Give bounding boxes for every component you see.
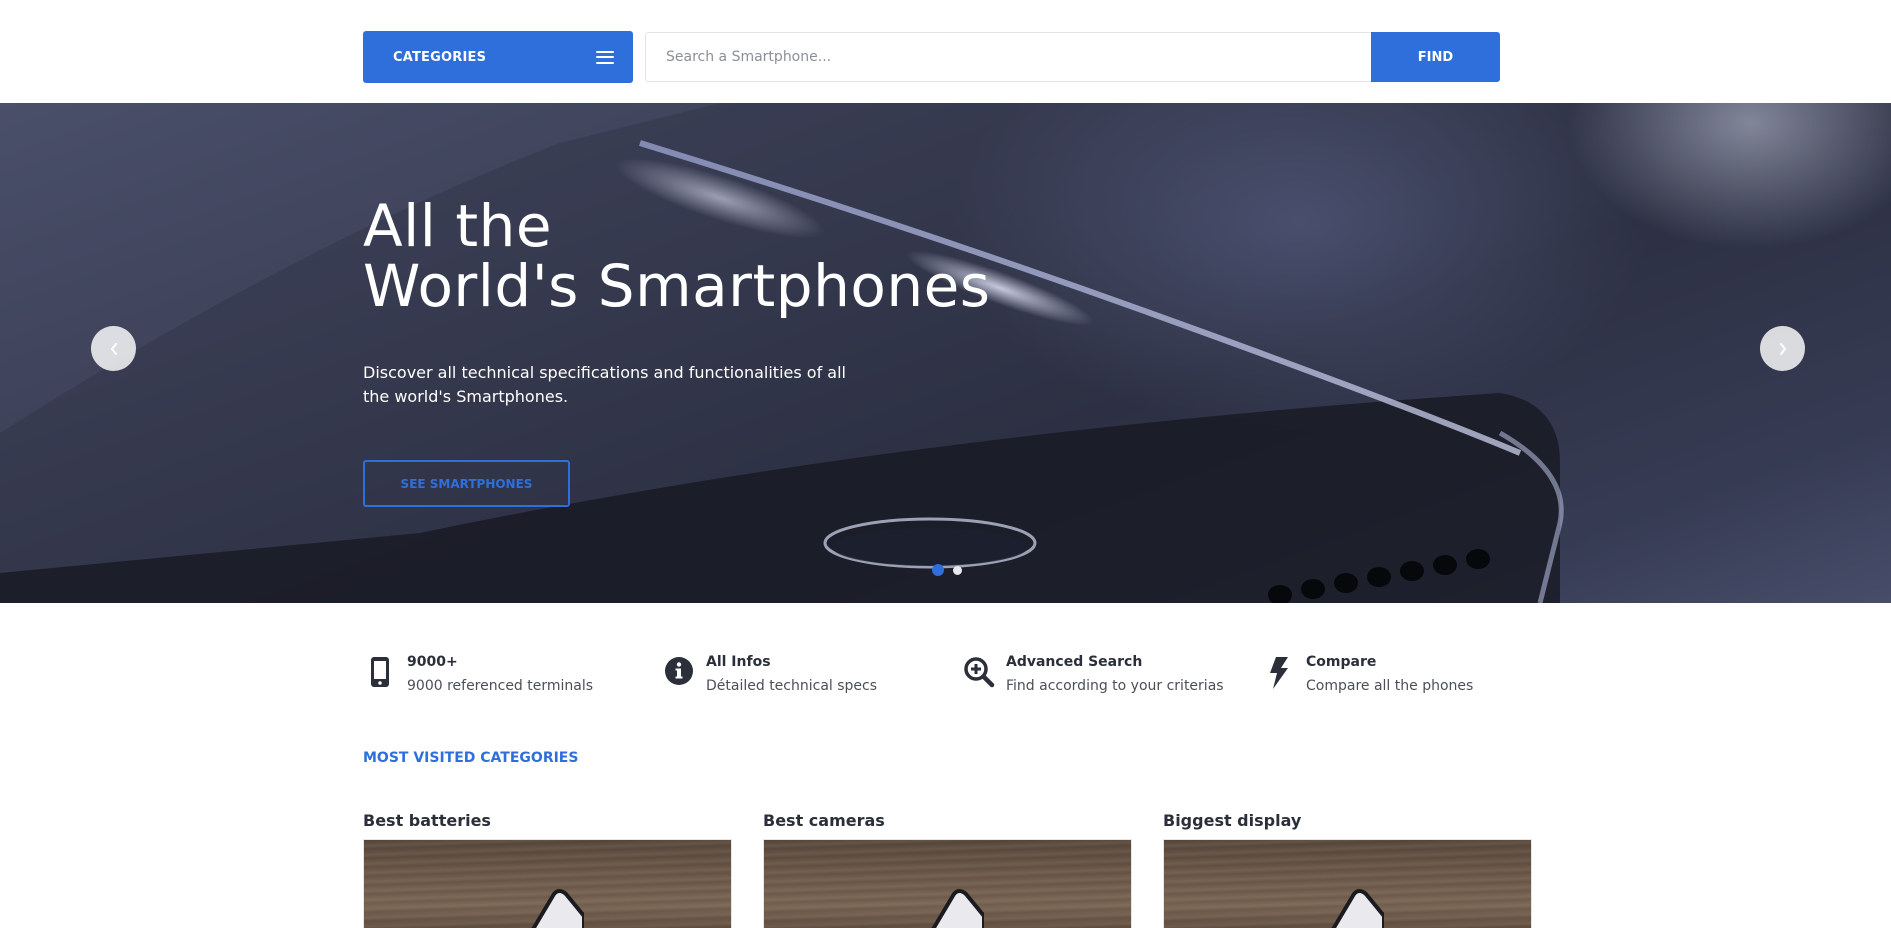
- slider-next-button[interactable]: [1760, 326, 1805, 371]
- chevron-left-icon: [110, 342, 117, 355]
- feature-title: All Infos: [706, 654, 771, 670]
- category-image-display[interactable]: [1163, 839, 1532, 928]
- phone-image: [931, 889, 984, 928]
- feature-compare: Compare Compare all the phones: [1262, 652, 1473, 696]
- feature-title: Advanced Search: [1006, 654, 1143, 670]
- hero-subtitle: Discover all technical specifications an…: [363, 363, 846, 406]
- info-icon: [662, 656, 696, 690]
- slider-dots: [932, 564, 962, 576]
- top-header: CATEGORIES FIND: [0, 0, 1891, 103]
- categories-label: CATEGORIES: [393, 49, 487, 65]
- feature-text: 9000 referenced terminals: [407, 678, 594, 694]
- smartphone-icon: [363, 656, 397, 690]
- category-image-batteries[interactable]: [363, 839, 732, 928]
- feature-title: Compare: [1306, 654, 1377, 670]
- hero-title: All the World's Smartphones: [363, 196, 990, 316]
- feature-text: Détailed technical specs: [706, 678, 878, 694]
- category-title-batteries[interactable]: Best batteries: [363, 811, 491, 830]
- feature-text: Compare all the phones: [1306, 678, 1474, 694]
- hero-title-line2: World's Smartphones: [363, 252, 991, 320]
- section-title: MOST VISITED CATEGORIES: [363, 750, 579, 766]
- hero-title-line1: All the: [363, 192, 553, 260]
- search-input[interactable]: [646, 33, 1371, 81]
- hero-slider: All the World's Smartphones Discover all…: [0, 103, 1891, 603]
- find-button[interactable]: FIND: [1371, 32, 1500, 82]
- search-box: [645, 32, 1371, 82]
- category-title-display[interactable]: Biggest display: [1163, 811, 1301, 830]
- menu-icon: [596, 50, 614, 64]
- feature-title: 9000+: [407, 654, 458, 670]
- bolt-icon: [1262, 656, 1296, 690]
- phone-background-image: [0, 103, 1891, 603]
- phone-image: [1331, 889, 1384, 928]
- category-title-cameras[interactable]: Best cameras: [763, 811, 885, 830]
- category-image-cameras[interactable]: [763, 839, 1132, 928]
- chevron-right-icon: [1779, 342, 1786, 355]
- see-smartphones-button[interactable]: SEE SMARTPHONES: [363, 460, 570, 507]
- feature-terminals: 9000+ 9000 referenced terminals: [363, 652, 593, 696]
- slider-prev-button[interactable]: [91, 326, 136, 371]
- feature-infos: All Infos Détailed technical specs: [662, 652, 877, 696]
- feature-text: Find according to your criterias: [1006, 678, 1224, 694]
- slider-dot-1[interactable]: [932, 564, 944, 576]
- find-label: FIND: [1417, 49, 1454, 65]
- slider-dot-2[interactable]: [953, 565, 962, 575]
- see-smartphones-label: SEE SMARTPHONES: [400, 476, 533, 491]
- phone-image: [531, 889, 584, 928]
- zoom-in-icon: [962, 656, 996, 690]
- feature-advanced-search: Advanced Search Find according to your c…: [962, 652, 1224, 696]
- categories-button[interactable]: CATEGORIES: [363, 31, 633, 83]
